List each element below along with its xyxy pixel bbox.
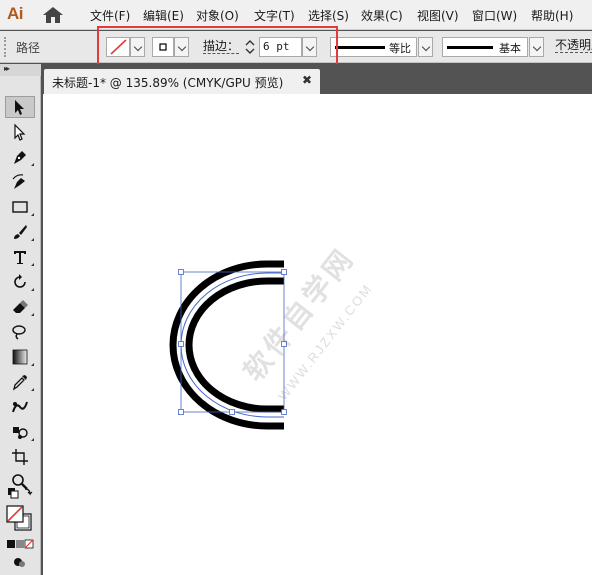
menu-view[interactable]: 视图(V): [417, 7, 459, 24]
menu-effect[interactable]: 效果(C): [361, 7, 403, 24]
variable-width-profile[interactable]: 等比: [330, 37, 417, 57]
panel-grip[interactable]: [4, 37, 7, 57]
tools-panel: [0, 76, 41, 575]
menu-type[interactable]: 文字(T): [254, 7, 295, 24]
artboard-tool-icon: [12, 449, 28, 465]
chevron-down-icon: [421, 42, 431, 52]
fill-stroke-icon: [8, 488, 33, 499]
draw-mode[interactable]: [5, 554, 35, 570]
symbol-sprayer-tool-icon: [13, 427, 28, 439]
stroke-weight-input[interactable]: 6 pt: [259, 37, 302, 57]
selection-tool-icon: [15, 100, 24, 115]
artboard-canvas[interactable]: 软件自学网 WWW.RJZXW.COM: [43, 94, 592, 575]
brush-line-preview: [447, 46, 493, 49]
chevron-down-icon: [177, 42, 187, 52]
chevron-down-icon: [305, 42, 315, 52]
stroke-label[interactable]: 描边：: [203, 40, 240, 54]
menu-file[interactable]: 文件(F): [90, 7, 130, 24]
rotate-tool[interactable]: [5, 271, 35, 293]
tool-flyout-indicator: [31, 163, 34, 166]
rectangle-tool[interactable]: [5, 196, 35, 218]
brush-definition-label: 基本: [499, 42, 521, 55]
tool-flyout-indicator: [31, 438, 34, 441]
selection-type-label: 路径: [16, 41, 41, 55]
rotate-tool-icon: [14, 274, 26, 288]
app-logo: Ai: [7, 4, 24, 23]
default-fill-stroke[interactable]: [5, 484, 35, 502]
paintbrush-tool-icon: [14, 225, 27, 239]
variable-width-profile-label: 等比: [389, 42, 411, 55]
document-tab-bar: 未标题-1* @ 135.89% (CMYK/GPU 预览) ✖: [41, 64, 592, 94]
blend-tool[interactable]: [5, 396, 35, 418]
menu-object[interactable]: 对象(O): [196, 7, 239, 24]
eyedropper-tool[interactable]: [5, 371, 35, 393]
eraser-tool-icon: [13, 300, 28, 313]
draw-mode-icon: [14, 558, 25, 567]
color-mode-buttons[interactable]: [5, 536, 35, 552]
close-icon[interactable]: ✖: [302, 73, 312, 87]
menu-help[interactable]: 帮助(H): [531, 7, 573, 24]
symbol-sprayer-tool[interactable]: [5, 421, 35, 443]
menu-select[interactable]: 选择(S): [308, 7, 349, 24]
tool-flyout-indicator: [31, 363, 34, 366]
collapse-icon[interactable]: ▸▸: [4, 64, 10, 73]
fill-stroke-icon: [6, 505, 32, 531]
stroke-weight-spinner[interactable]: [242, 37, 258, 57]
menu-window[interactable]: 窗口(W): [472, 7, 517, 24]
paintbrush-tool[interactable]: [5, 221, 35, 243]
menu-bar: Ai 文件(F) 编辑(E) 对象(O) 文字(T) 选择(S) 效果(C) 视…: [0, 0, 592, 30]
tool-flyout-indicator: [31, 388, 34, 391]
selection-tool[interactable]: [5, 96, 35, 118]
pen-tool-icon: [14, 151, 26, 164]
blend-tool-icon: [12, 401, 28, 413]
direct-selection-tool[interactable]: [5, 121, 35, 143]
tool-flyout-indicator: [31, 213, 34, 216]
stroke-color-icon: [159, 43, 167, 51]
fill-swatch[interactable]: [106, 37, 130, 57]
chevron-down-icon: [133, 42, 143, 52]
curvature-tool-icon: [12, 174, 25, 189]
tool-flyout-indicator: [31, 238, 34, 241]
chevron-down-icon: [532, 42, 542, 52]
type-tool[interactable]: [5, 246, 35, 268]
artwork-layer[interactable]: [43, 94, 592, 575]
eyedropper-tool-icon: [12, 375, 27, 391]
lasso-tool-icon: [12, 325, 26, 340]
fill-dropdown[interactable]: [130, 37, 145, 57]
opacity-label[interactable]: 不透明度: [555, 39, 592, 53]
artboard-tool[interactable]: [5, 446, 35, 468]
tool-flyout-indicator: [31, 288, 34, 291]
lasso-tool[interactable]: [5, 321, 35, 343]
gradient-tool[interactable]: [5, 346, 35, 368]
curvature-tool[interactable]: [5, 171, 35, 193]
toolbar-header[interactable]: ▸▸: [0, 64, 41, 76]
stroke-swatch[interactable]: [152, 37, 174, 57]
tool-flyout-indicator: [31, 263, 34, 266]
stroke-weight-dropdown[interactable]: [302, 37, 317, 57]
brush-definition[interactable]: 基本: [442, 37, 528, 57]
direct-selection-tool-icon: [14, 123, 26, 141]
menu-edit[interactable]: 编辑(E): [143, 7, 184, 24]
rectangle-tool-icon: [12, 201, 28, 213]
profile-line-preview: [335, 46, 385, 49]
gradient-tool-icon: [12, 349, 28, 365]
control-bar: 路径 描边： 6 pt 等比 基本 不透明度: [0, 31, 592, 63]
eraser-tool[interactable]: [5, 296, 35, 318]
pen-tool[interactable]: [5, 146, 35, 168]
stroke-dropdown[interactable]: [174, 37, 189, 57]
color-mode-icon: [7, 539, 34, 549]
none-color-icon: [110, 39, 127, 55]
fill-stroke-swatches[interactable]: [5, 504, 35, 534]
home-icon[interactable]: [42, 6, 64, 24]
type-tool-icon: [14, 251, 26, 264]
brush-dropdown[interactable]: [529, 37, 544, 57]
profile-dropdown[interactable]: [418, 37, 433, 57]
document-tab[interactable]: 未标题-1* @ 135.89% (CMYK/GPU 预览) ✖: [44, 69, 320, 94]
document-tab-title: 未标题-1* @ 135.89% (CMYK/GPU 预览): [52, 76, 284, 90]
tool-flyout-indicator: [31, 313, 34, 316]
inner-stroke-path: [185, 277, 284, 413]
